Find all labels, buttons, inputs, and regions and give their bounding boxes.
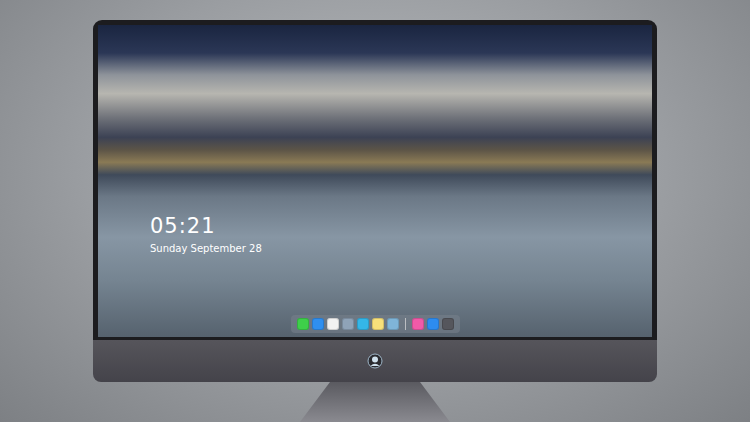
app-icon[interactable] [357,318,369,330]
monitor-chin [93,340,657,382]
wallpaper-photo [98,25,652,337]
monitor-stand [300,382,450,422]
app-icon[interactable] [327,318,339,330]
lock-info: 05:21 Sunday September 28 [98,25,652,256]
app-icon[interactable] [312,318,324,330]
app-icon[interactable] [442,318,454,330]
app-icon[interactable] [372,318,384,330]
desktop-mockup: 05:21 Sunday September 28 [0,0,750,422]
dock [291,315,460,333]
app-icon[interactable] [387,318,399,330]
monitor-bezel: 05:21 Sunday September 28 [93,20,657,340]
clock-date: Sunday September 28 [150,242,652,256]
dock-separator [405,318,406,330]
app-icon[interactable] [297,318,309,330]
app-icon[interactable] [412,318,424,330]
app-icon[interactable] [342,318,354,330]
clock-time: 05:21 [150,213,652,239]
logo-icon [367,353,383,369]
monitor: 05:21 Sunday September 28 [93,20,657,422]
screen: 05:21 Sunday September 28 [98,25,652,337]
app-icon[interactable] [427,318,439,330]
